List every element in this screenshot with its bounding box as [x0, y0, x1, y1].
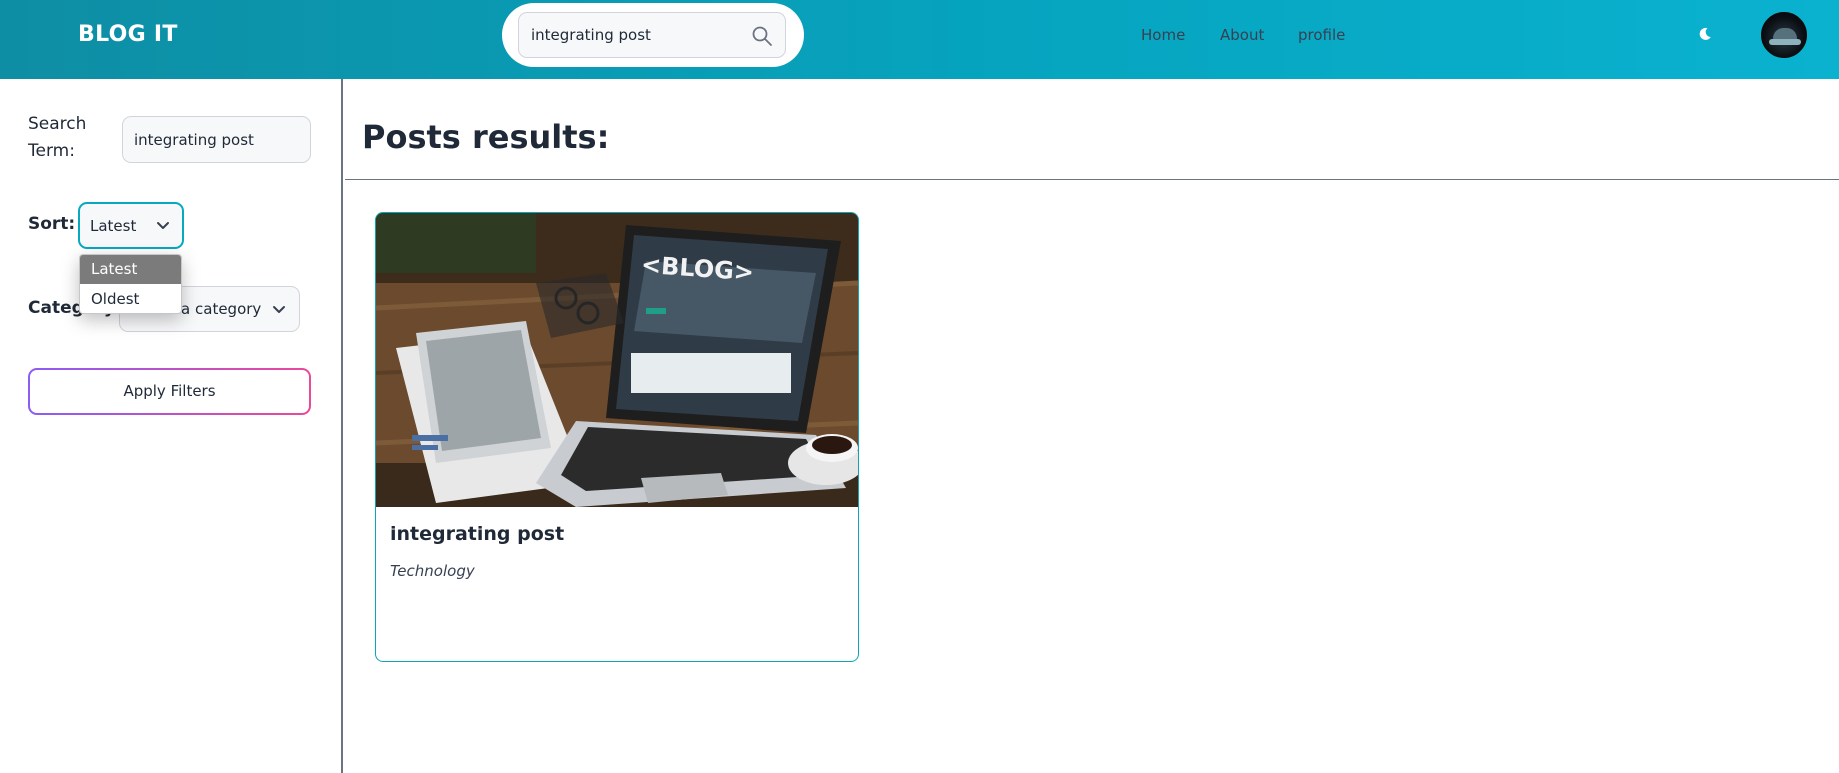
sort-dropdown-menu: Latest Oldest [79, 254, 182, 314]
chevron-down-icon [157, 222, 169, 229]
sort-option-oldest[interactable]: Oldest [80, 285, 181, 313]
apply-filters-label: Apply Filters [123, 382, 216, 400]
post-cover-image[interactable]: <BLOG> [376, 213, 858, 507]
nav-link-about[interactable]: About [1220, 26, 1264, 44]
search-icon[interactable] [751, 25, 773, 47]
moon-icon[interactable] [1697, 26, 1713, 42]
post-card[interactable]: <BLOG> integrating post Technology [375, 212, 859, 662]
search-term-value: integrating post [134, 131, 254, 149]
post-title[interactable]: integrating post [390, 523, 564, 545]
nav-link-home[interactable]: Home [1141, 26, 1185, 44]
avatar-graphic-base [1769, 39, 1801, 45]
chevron-down-icon [272, 305, 286, 315]
site-logo[interactable]: BLOG IT [78, 22, 178, 47]
page-title: Posts results: [362, 118, 610, 156]
top-navbar: BLOG IT integrating post Home About prof… [0, 0, 1839, 79]
search-term-input[interactable]: integrating post [122, 116, 311, 163]
laptop-blog-illustration: <BLOG> [376, 213, 858, 507]
sort-option-latest[interactable]: Latest [80, 255, 181, 284]
post-category: Technology [390, 562, 475, 580]
title-divider [345, 179, 1839, 180]
search-term-label-line2: Term: [28, 141, 75, 161]
user-avatar[interactable] [1761, 12, 1807, 58]
nav-link-profile[interactable]: profile [1298, 26, 1345, 44]
header-search-value: integrating post [531, 26, 651, 44]
sort-label: Sort: [28, 214, 76, 234]
search-term-label-line1: Search [28, 114, 87, 134]
filter-sidebar [0, 79, 343, 773]
sort-select-value: Latest [90, 217, 137, 235]
header-search-input[interactable]: integrating post [518, 12, 786, 58]
sort-select[interactable]: Latest [78, 202, 184, 249]
apply-filters-button[interactable]: Apply Filters [28, 368, 311, 415]
